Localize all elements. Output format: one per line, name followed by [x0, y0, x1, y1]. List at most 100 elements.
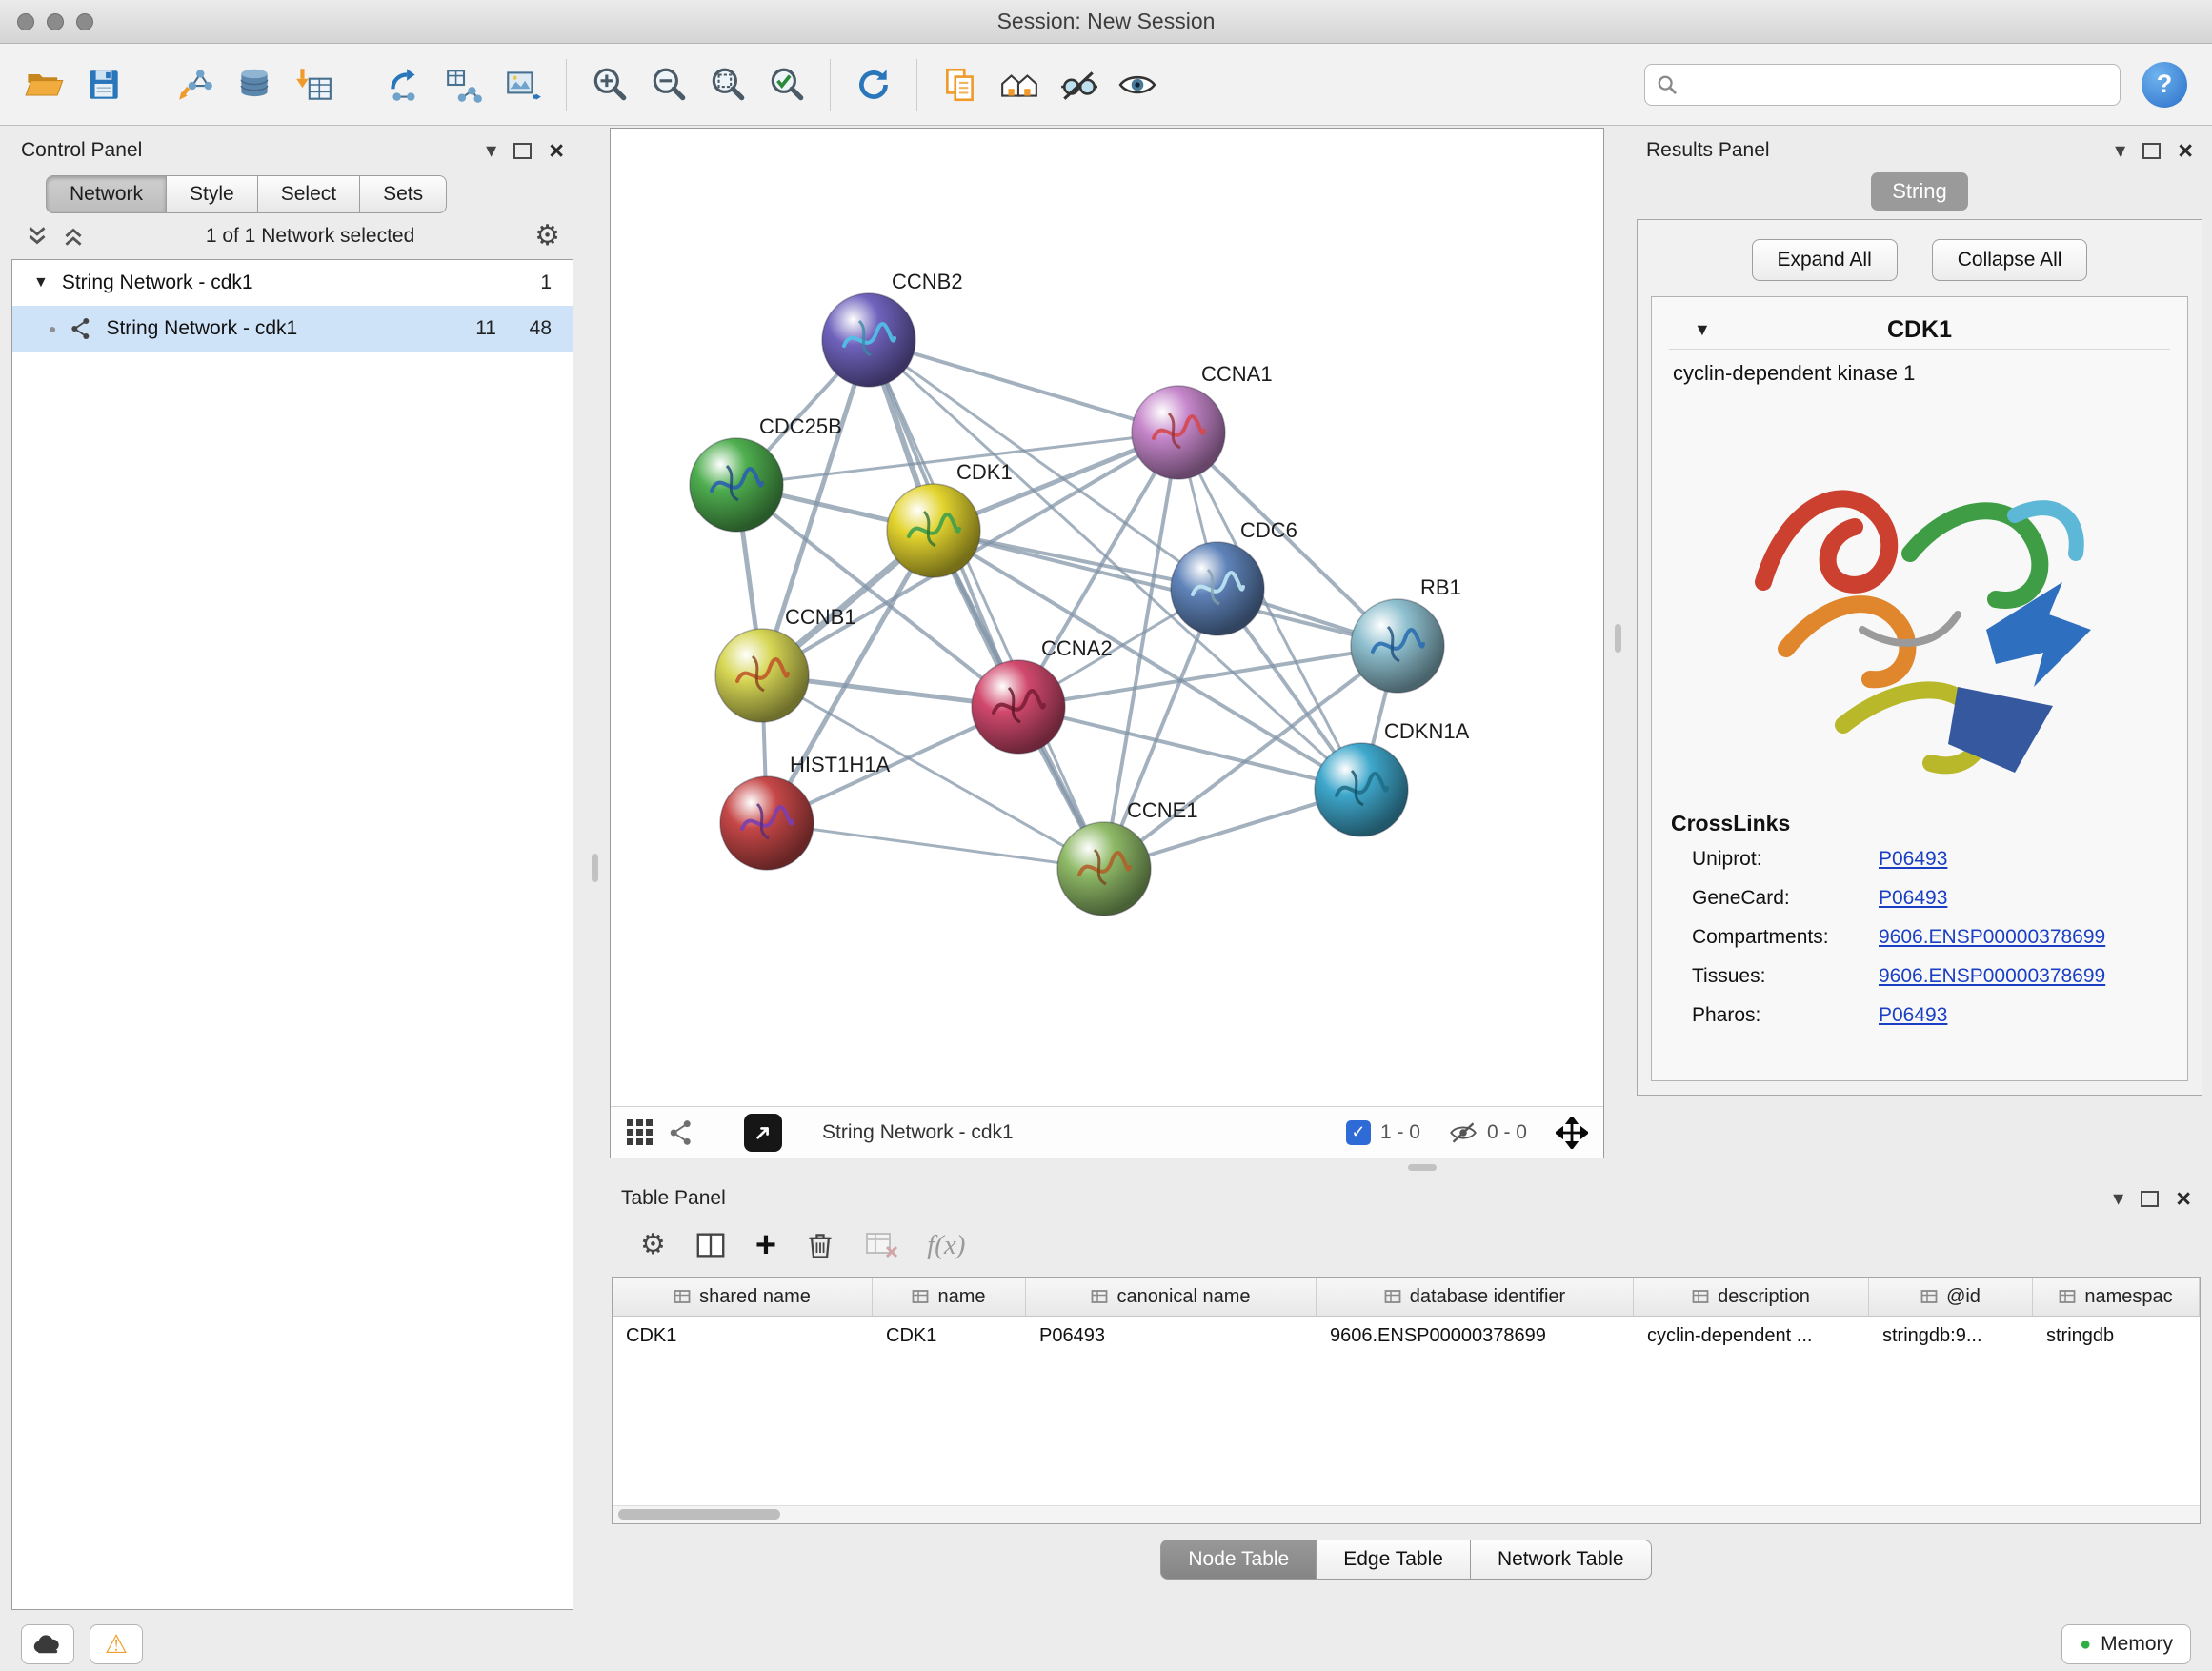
network-edge[interactable] [934, 531, 1398, 646]
save-session-button[interactable] [76, 57, 131, 112]
network-edge[interactable] [767, 823, 1104, 869]
tab-string[interactable]: String [1871, 172, 1967, 211]
tree-expand-icon[interactable]: ▼ [33, 274, 49, 292]
function-builder-icon[interactable]: f(x) [927, 1230, 965, 1261]
network-node-CCNB2[interactable] [822, 293, 915, 387]
move-crosshair-icon[interactable] [1556, 1117, 1588, 1149]
network-node-CCNA2[interactable] [972, 660, 1065, 754]
open-session-button[interactable] [17, 57, 72, 112]
network-node-CCNB1[interactable] [715, 629, 809, 722]
left-splitter-handle[interactable] [592, 854, 598, 882]
tab-network-table[interactable]: Network Table [1471, 1540, 1652, 1580]
gear-icon[interactable]: ⚙ [534, 222, 560, 251]
maximize-window-button[interactable] [76, 13, 93, 30]
cell-canonical-name[interactable]: P06493 [1026, 1317, 1317, 1357]
string-view-button[interactable] [668, 1119, 694, 1146]
trash-icon[interactable] [805, 1230, 835, 1260]
cell-name[interactable]: CDK1 [873, 1317, 1026, 1357]
tab-style[interactable]: Style [167, 175, 258, 213]
bottom-splitter-handle[interactable] [1408, 1164, 1437, 1171]
column-header-shared-name[interactable]: shared name [613, 1278, 873, 1316]
column-header-database-identifier[interactable]: database identifier [1317, 1278, 1634, 1316]
tab-edge-table[interactable]: Edge Table [1317, 1540, 1471, 1580]
search-box[interactable] [1644, 64, 2121, 106]
crosslink-link[interactable]: P06493 [1879, 848, 2170, 871]
selected-checkbox-icon[interactable]: ●✓ [1346, 1120, 1371, 1145]
cell-description[interactable]: cyclin-dependent ... [1634, 1317, 1869, 1357]
crosslink-link[interactable]: 9606.ENSP00000378699 [1879, 965, 2170, 988]
crosslink-link[interactable]: 9606.ENSP00000378699 [1879, 926, 2170, 949]
network-collection-row[interactable]: ▼ String Network - cdk1 1 [12, 260, 573, 306]
tab-sets[interactable]: Sets [360, 175, 447, 213]
import-network-file-button[interactable] [168, 57, 223, 112]
scrollbar-thumb[interactable] [618, 1509, 780, 1520]
refresh-layout-button[interactable] [846, 57, 901, 112]
cell-id[interactable]: stringdb:9... [1869, 1317, 2033, 1357]
import-table-button[interactable] [286, 57, 341, 112]
close-panel-icon[interactable]: × [2176, 1186, 2191, 1212]
panel-menu-icon[interactable]: ▾ [2115, 140, 2125, 161]
crosslink-link[interactable]: P06493 [1879, 1004, 2170, 1027]
cell-shared-name[interactable]: CDK1 [613, 1317, 873, 1357]
copy-style-button[interactable] [933, 57, 988, 112]
zoom-selected-button[interactable] [759, 57, 814, 112]
minimize-window-button[interactable] [47, 13, 64, 30]
zoom-out-button[interactable] [641, 57, 696, 112]
zoom-fit-button[interactable] [700, 57, 755, 112]
show-details-button[interactable] [1110, 57, 1165, 112]
network-node-RB1[interactable] [1351, 599, 1444, 693]
float-window-icon[interactable] [2142, 143, 2161, 159]
float-window-icon[interactable] [513, 143, 532, 159]
right-splitter-handle[interactable] [1615, 624, 1621, 653]
hide-glasses-button[interactable] [1051, 57, 1106, 112]
zoom-in-button[interactable] [582, 57, 637, 112]
network-node-CCNE1[interactable] [1057, 822, 1151, 916]
network-row[interactable]: ● String Network - cdk1 11 48 [12, 306, 573, 352]
column-header-namespace[interactable]: namespac [2033, 1278, 2200, 1316]
network-view[interactable]: CCNB2CCNA1CDC25BCDK1CDC6RB1CCNB1CCNA2CDK… [610, 128, 1604, 1158]
panel-menu-icon[interactable]: ▾ [486, 140, 496, 161]
cell-namespace[interactable]: stringdb [2033, 1317, 2200, 1357]
warnings-button[interactable]: ⚠ [90, 1624, 143, 1664]
import-network-database-button[interactable] [227, 57, 282, 112]
homes-button[interactable] [992, 57, 1047, 112]
cell-database-identifier[interactable]: 9606.ENSP00000378699 [1317, 1317, 1634, 1357]
close-panel-icon[interactable]: × [2178, 138, 2193, 164]
column-header-description[interactable]: description [1634, 1278, 1869, 1316]
network-node-HIST1H1A[interactable] [720, 776, 814, 870]
collapse-all-button[interactable]: Collapse All [1932, 239, 2088, 281]
column-header-name[interactable]: name [873, 1278, 1026, 1316]
network-canvas[interactable]: CCNB2CCNA1CDC25BCDK1CDC6RB1CCNB1CCNA2CDK… [611, 129, 1603, 1106]
expand-all-chevron-icon[interactable] [25, 224, 50, 249]
close-panel-icon[interactable]: × [549, 138, 564, 164]
collapse-all-chevron-icon[interactable] [61, 224, 86, 249]
network-node-CDKN1A[interactable] [1315, 743, 1408, 836]
grid-view-button[interactable] [626, 1118, 654, 1147]
network-node-CDC25B[interactable] [690, 438, 783, 532]
network-edge[interactable] [869, 340, 1104, 869]
network-table-button[interactable] [436, 57, 492, 112]
close-window-button[interactable] [17, 13, 34, 30]
network-node-CCNA1[interactable] [1132, 386, 1225, 479]
search-input[interactable] [1687, 72, 2108, 97]
columns-icon[interactable] [694, 1229, 727, 1261]
cloud-status-button[interactable] [21, 1624, 74, 1664]
export-image-button[interactable] [495, 57, 551, 112]
table-settings-gear-icon[interactable]: ⚙ [640, 1231, 666, 1259]
memory-button[interactable]: ● Memory [2061, 1624, 2191, 1664]
network-node-CDK1[interactable] [887, 484, 980, 577]
tab-node-table[interactable]: Node Table [1160, 1540, 1317, 1580]
float-window-icon[interactable] [2141, 1191, 2159, 1207]
column-header-id[interactable]: @id [1869, 1278, 2033, 1316]
tab-network[interactable]: Network [46, 175, 167, 213]
network-edge[interactable] [869, 340, 1178, 433]
add-column-icon[interactable]: + [755, 1227, 776, 1263]
table-row[interactable]: CDK1 CDK1 P06493 9606.ENSP00000378699 cy… [613, 1317, 2200, 1357]
crosslink-link[interactable]: P06493 [1879, 887, 2170, 910]
network-node-CDC6[interactable] [1171, 542, 1264, 635]
birdseye-view-button[interactable] [744, 1114, 782, 1152]
expand-all-button[interactable]: Expand All [1752, 239, 1898, 281]
collapse-section-icon[interactable]: ▼ [1694, 320, 1711, 340]
horizontal-scrollbar[interactable] [613, 1505, 2200, 1523]
tab-select[interactable]: Select [258, 175, 360, 213]
